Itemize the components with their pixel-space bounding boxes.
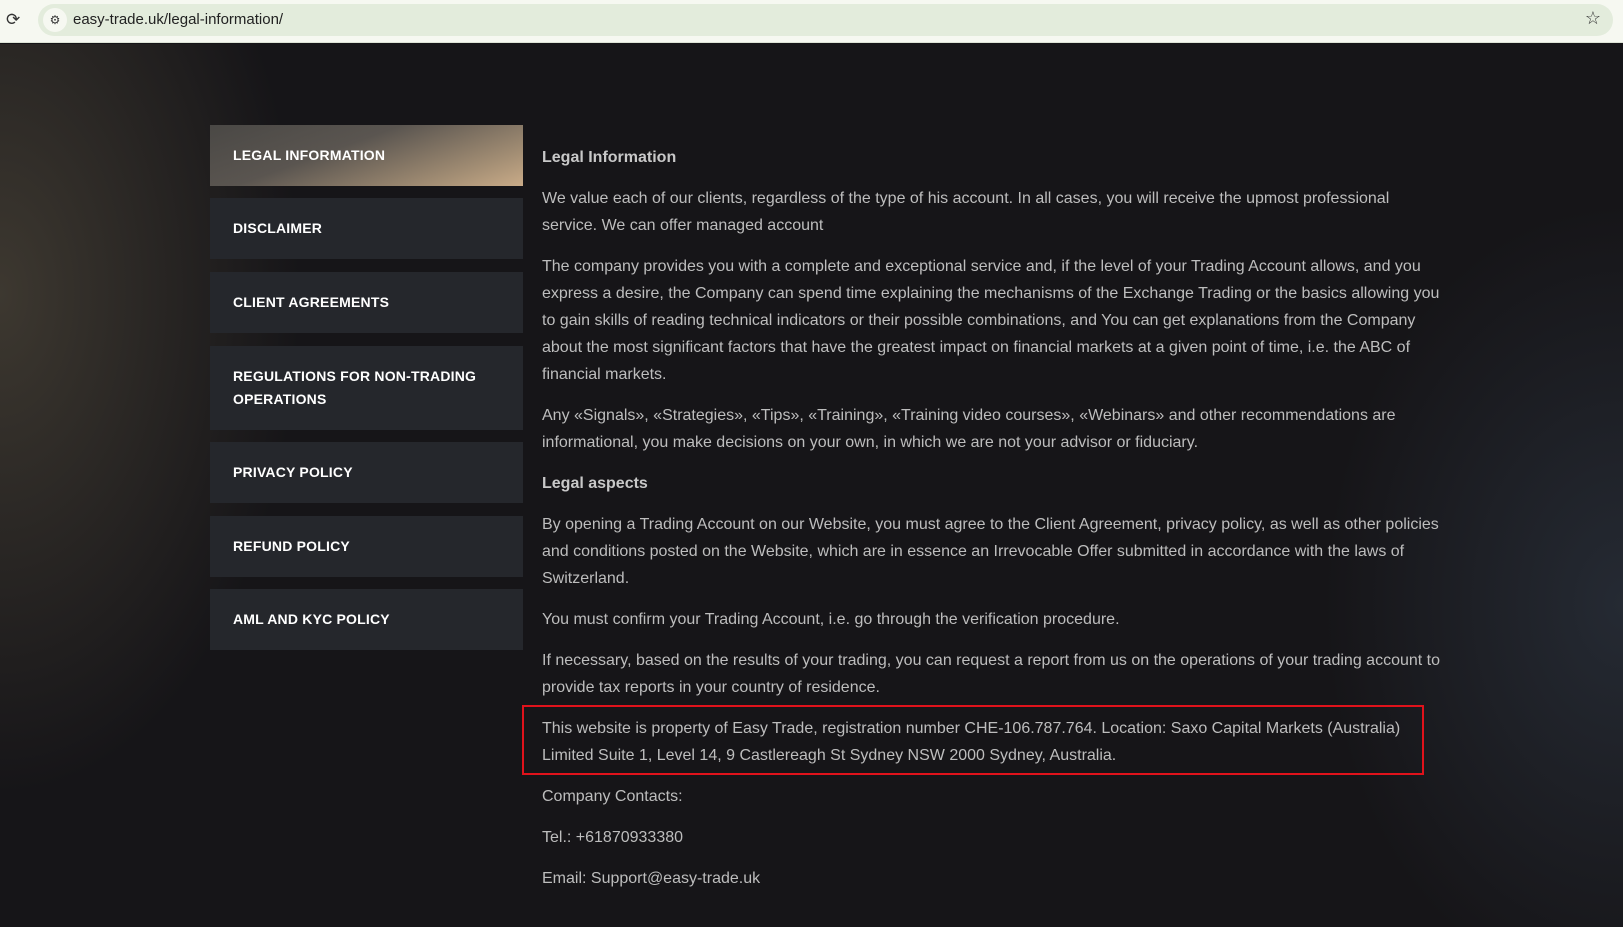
section-subtitle: Legal aspects	[542, 475, 648, 492]
browser-toolbar: ⟳ ⚙ easy-trade.uk/legal-information/ ☆	[0, 0, 1623, 43]
company-contacts-label: Company Contacts:	[542, 788, 683, 805]
sidebar-item-disclaimer[interactable]: DISCLAIMER	[210, 198, 523, 259]
page: LEGAL INFORMATION DISCLAIMER CLIENT AGRE…	[0, 44, 1623, 927]
legal-content: Legal Information We value each of our c…	[542, 144, 1442, 906]
paragraph: If necessary, based on the results of yo…	[542, 652, 1440, 696]
reload-icon[interactable]: ⟳	[6, 10, 20, 30]
bookmark-star-icon[interactable]: ☆	[1585, 8, 1601, 29]
sidebar-item-aml-kyc-policy[interactable]: AML AND KYC POLICY	[210, 589, 523, 650]
highlight-box	[522, 705, 1424, 775]
paragraph: You must confirm your Trading Account, i…	[542, 611, 1120, 628]
paragraph: The company provides you with a complete…	[542, 258, 1440, 383]
address-bar[interactable]: ⚙ easy-trade.uk/legal-information/ ☆	[38, 4, 1613, 36]
section-title: Legal Information	[542, 149, 677, 166]
sidebar-item-privacy-policy[interactable]: PRIVACY POLICY	[210, 442, 523, 503]
paragraph: We value each of our clients, regardless…	[542, 190, 1390, 234]
site-settings-icon[interactable]: ⚙	[43, 8, 67, 32]
paragraph: By opening a Trading Account on our Webs…	[542, 516, 1439, 587]
sidebar-item-refund-policy[interactable]: REFUND POLICY	[210, 516, 523, 577]
sidebar-item-regulations[interactable]: REGULATIONS FOR NON-TRADING OPERATIONS	[210, 346, 523, 430]
email: Email: Support@easy-trade.uk	[542, 870, 761, 887]
phone: Tel.: +61870933380	[542, 829, 684, 846]
sidebar-item-legal-information[interactable]: LEGAL INFORMATION	[210, 125, 523, 186]
paragraph: Any «Signals», «Strategies», «Tips», «Tr…	[542, 407, 1396, 451]
url-text[interactable]: easy-trade.uk/legal-information/	[73, 11, 283, 28]
sidebar-item-client-agreements[interactable]: CLIENT AGREEMENTS	[210, 272, 523, 333]
